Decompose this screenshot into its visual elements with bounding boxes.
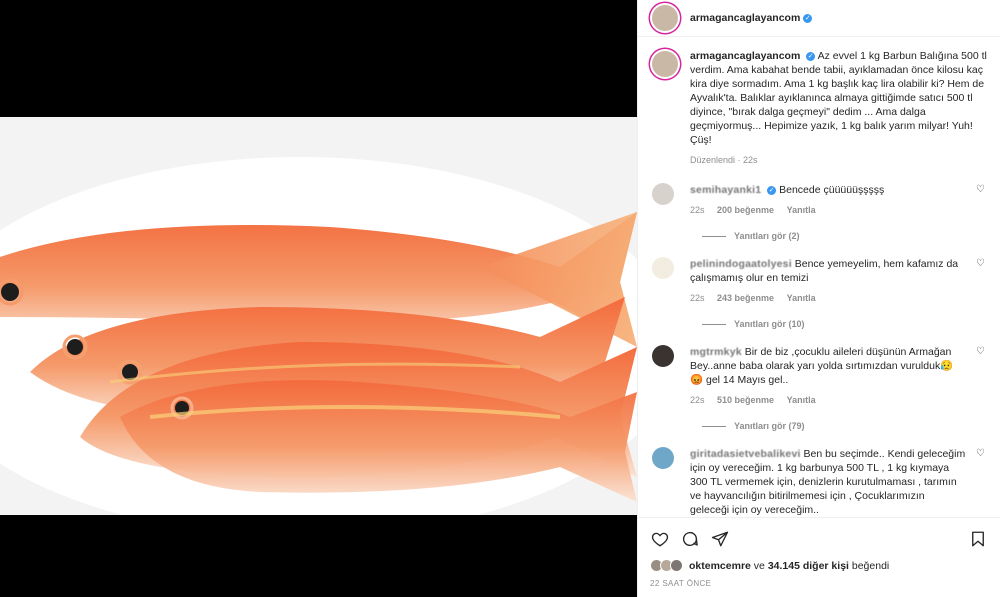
verified-badge-icon: ✓	[803, 13, 813, 23]
comments-scroll[interactable]: armagancaglayancom ✓ Az evvel 1 kg Barbu…	[638, 37, 1000, 517]
liker-avatar	[670, 559, 683, 572]
commenter-username[interactable]: giritadasietvebalikevi	[690, 448, 801, 460]
comment-meta: 22s 510 beğenme Yanıtla	[690, 393, 966, 407]
replies-line	[702, 425, 726, 427]
post-timeago[interactable]: 22 SAAT ÖNCE	[650, 579, 711, 588]
view-replies-button[interactable]: Yanıtları gör (2)	[702, 231, 988, 241]
view-replies-label[interactable]: Yanıtları gör (10)	[734, 319, 805, 329]
likes-suffix: beğendi	[851, 559, 890, 572]
view-replies-label[interactable]: Yanıtları gör (79)	[734, 421, 805, 431]
likes-count[interactable]: 34.145 diğer kişi	[768, 560, 849, 572]
author-avatar[interactable]	[652, 5, 678, 31]
replies-line	[702, 323, 726, 325]
commenter-username[interactable]: semihayanki1	[690, 184, 761, 196]
bookmark-icon[interactable]	[968, 529, 988, 549]
post-photo[interactable]	[0, 117, 637, 515]
comment-meta: 22s 200 beğenme Yanıtla	[690, 203, 966, 217]
reply-button[interactable]: Yanıtla	[787, 205, 816, 215]
commenter-avatar[interactable]	[652, 257, 674, 279]
caption-text: Az evvel 1 kg Barbun Balığına 500 tl ver…	[690, 50, 987, 146]
verified-badge-icon: ✓	[767, 185, 777, 195]
comment-like-heart-icon[interactable]: ♡	[976, 347, 986, 357]
author-username[interactable]: armagancaglayancom	[690, 12, 800, 24]
comment-like-heart-icon[interactable]: ♡	[976, 449, 986, 459]
comment-meta: 22s 243 beğenme Yanıtla	[690, 291, 966, 305]
comment-item: mgtrmkyk Bir de biz ,çocuklu aileleri dü…	[650, 345, 988, 407]
edited-label: Düzenlendi	[690, 155, 736, 165]
commenter-avatar[interactable]	[652, 183, 674, 205]
share-icon[interactable]	[710, 529, 730, 549]
liker-avatars[interactable]	[650, 559, 683, 572]
comment-text: Bencede çüüüüüşşşşş	[779, 184, 885, 196]
post-caption: armagancaglayancom ✓ Az evvel 1 kg Barbu…	[650, 49, 988, 167]
comment-item: pelinindogaatolyesi Bence yemeyelim, hem…	[650, 257, 988, 305]
comment-likes[interactable]: 510 beğenme	[717, 395, 774, 405]
view-replies-button[interactable]: Yanıtları gör (79)	[702, 421, 988, 431]
caption-username[interactable]: armagancaglayancom	[690, 50, 800, 62]
comment-like-heart-icon[interactable]: ♡	[976, 259, 986, 269]
commenter-username[interactable]: mgtrmkyk	[690, 346, 742, 358]
comment-item: semihayanki1 ✓ Bencede çüüüüüşşşşş 22s 2…	[650, 183, 988, 217]
commenter-username[interactable]: pelinindogaatolyesi	[690, 258, 792, 270]
post-actions-bar	[638, 517, 1000, 559]
view-replies-button[interactable]: Yanıtları gör (10)	[702, 319, 988, 329]
post-header: armagancaglayancom ✓	[638, 0, 1000, 37]
comment-like-heart-icon[interactable]: ♡	[976, 185, 986, 195]
fish-image	[0, 117, 637, 515]
heart-icon[interactable]	[650, 529, 670, 549]
comment-item: giritadasietvebalikevi Ben bu seçimde.. …	[650, 447, 988, 517]
comment-time: 22s	[690, 293, 705, 303]
likes-connector: ve	[753, 559, 765, 572]
post-media	[0, 0, 637, 597]
caption-meta: Düzenlendi · 22s	[690, 155, 758, 165]
comment-time: 22s	[690, 395, 705, 405]
comment-likes[interactable]: 243 beğenme	[717, 293, 774, 303]
reply-button[interactable]: Yanıtla	[787, 395, 816, 405]
commenter-avatar[interactable]	[652, 345, 674, 367]
comment-icon[interactable]	[680, 529, 700, 549]
verified-badge-icon: ✓	[806, 51, 816, 61]
view-replies-label[interactable]: Yanıtları gör (2)	[734, 231, 800, 241]
replies-line	[702, 235, 726, 237]
reply-button[interactable]: Yanıtla	[787, 293, 816, 303]
instagram-post-view: armagancaglayancom ✓ armagancaglayancom …	[0, 0, 1000, 597]
likes-summary: oktemcemre ve 34.145 diğer kişi beğendi	[650, 559, 988, 572]
commenter-avatar[interactable]	[652, 447, 674, 469]
comment-time: 22s	[690, 205, 705, 215]
caption-avatar[interactable]	[652, 51, 678, 77]
comment-likes[interactable]: 200 beğenme	[717, 205, 774, 215]
post-panel: armagancaglayancom ✓ armagancaglayancom …	[637, 0, 1000, 597]
liker-username[interactable]: oktemcemre	[689, 560, 751, 572]
caption-time: 22s	[743, 155, 758, 165]
